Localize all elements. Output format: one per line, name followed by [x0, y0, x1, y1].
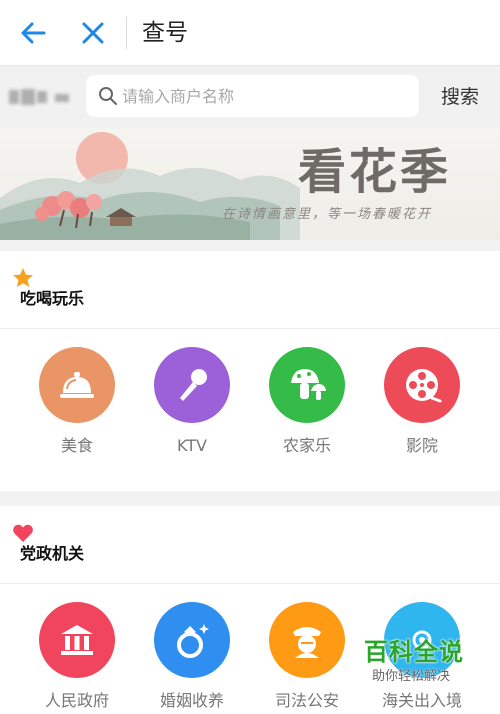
search-input[interactable] — [122, 75, 412, 117]
category-farmhouse[interactable]: 农家乐 — [252, 347, 362, 467]
heart-icon — [12, 522, 34, 544]
category-label: 司法公安 — [274, 691, 339, 710]
category-label: 人民政府 — [44, 691, 109, 710]
government-building-icon — [39, 602, 115, 678]
category-police[interactable]: 司法公安 — [252, 602, 362, 714]
star-icon — [12, 267, 34, 289]
nav-divider — [126, 17, 127, 49]
city-selector-blurred[interactable] — [9, 86, 71, 108]
back-arrow-icon[interactable] — [18, 17, 50, 49]
search-bar-row: 搜索 — [0, 66, 500, 128]
category-label: 影院 — [405, 436, 438, 455]
microphone-icon — [154, 347, 230, 423]
top-nav-bar: 查号 — [0, 0, 500, 66]
film-reel-icon — [384, 347, 460, 423]
category-ktv[interactable]: KTV — [137, 347, 247, 467]
section-header: 党政机关 — [0, 506, 500, 584]
category-label: 美食 — [60, 436, 93, 455]
category-label: 婚姻收养 — [159, 691, 224, 710]
search-icon — [98, 86, 118, 106]
police-icon — [269, 602, 345, 678]
category-label: 海关出入境 — [381, 691, 462, 710]
category-government[interactable]: 人民政府 — [22, 602, 132, 714]
close-icon[interactable] — [78, 17, 108, 49]
section-entertainment: 吃喝玩乐 美食 KTV 农家乐 影院 — [0, 251, 500, 491]
category-label: 农家乐 — [282, 436, 331, 455]
food-cloche-icon — [39, 347, 115, 423]
mushroom-icon — [269, 347, 345, 423]
search-button[interactable]: 搜索 — [441, 83, 479, 111]
page-title: 查号 — [142, 20, 188, 46]
category-food[interactable]: 美食 — [22, 347, 132, 467]
watermark: 百科全说 助你轻松解决 — [360, 636, 494, 692]
banner-title: 看花季 — [298, 144, 452, 200]
banner-subtitle: 在诗情画意里，等一场春暖花开 — [222, 207, 433, 222]
watermark-subtitle: 助你轻松解决 — [372, 669, 451, 684]
phone-screen: 查号 搜索 — [0, 0, 500, 714]
search-box[interactable] — [86, 75, 419, 117]
section-title: 吃喝玩乐 — [20, 289, 85, 308]
ring-icon — [154, 602, 230, 678]
section-header: 吃喝玩乐 — [0, 251, 500, 329]
category-cinema[interactable]: 影院 — [367, 347, 477, 467]
watermark-title: 百科全说 — [364, 638, 464, 666]
promo-banner[interactable]: 看花季 在诗情画意里，等一场春暖花开 — [0, 128, 500, 240]
section-title: 党政机关 — [20, 544, 85, 563]
category-marriage[interactable]: 婚姻收养 — [137, 602, 247, 714]
category-label: KTV — [177, 436, 207, 455]
